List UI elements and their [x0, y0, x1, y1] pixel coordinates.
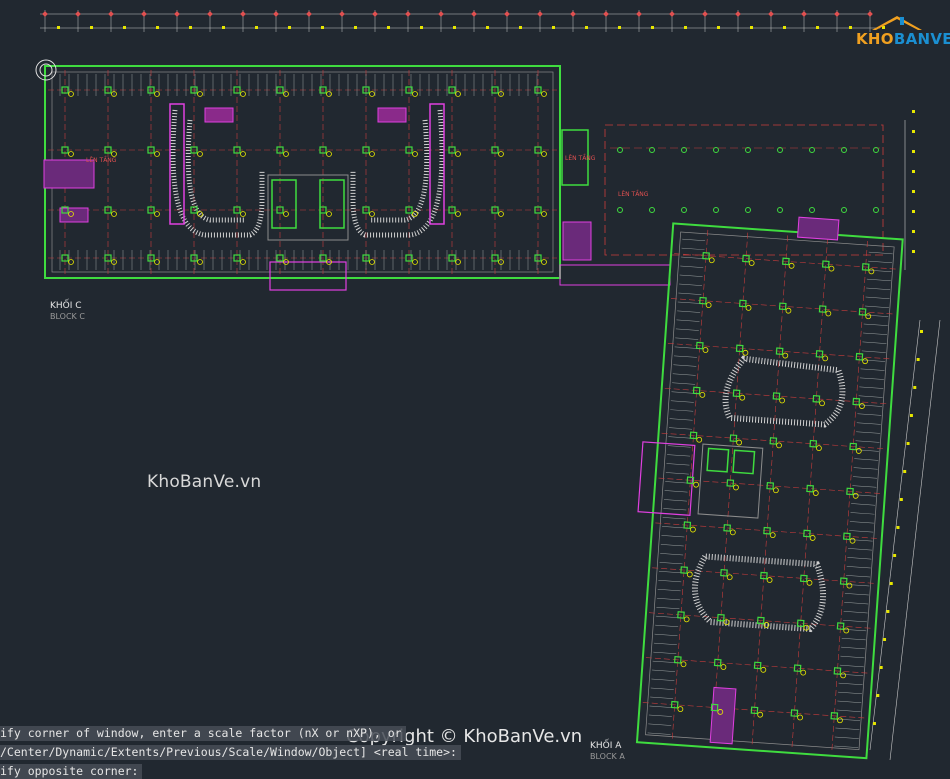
- cad-model-viewport[interactable]: KHỐI C BLOCK C KHỐI A BLOCK A LÊN TẦNG L…: [0, 0, 950, 776]
- block-a-label: KHỐI A: [590, 738, 622, 751]
- stair-label-1: LÊN TẦNG: [86, 156, 117, 164]
- block-c-label: KHỐI C: [50, 298, 82, 311]
- logo-text-banve: BANVE: [893, 30, 950, 48]
- cad-drawing-canvas[interactable]: KHỐI C BLOCK C KHỐI A BLOCK A LÊN TẦNG L…: [0, 0, 950, 776]
- command-prompt-line[interactable]: ify opposite corner:: [0, 764, 143, 779]
- command-history-line-2: /Center/Dynamic/Extents/Previous/Scale/W…: [0, 745, 461, 760]
- logo-text-kho: KHO: [856, 30, 894, 48]
- watermark-center: KhoBanVe.vn: [147, 472, 262, 492]
- block-c-plan: [43, 65, 671, 291]
- block-a-plan: [635, 216, 904, 760]
- stair-label-2: LÊN TẦNG: [565, 154, 596, 162]
- khobanve-logo: KHOBANVE: [852, 14, 950, 54]
- block-a-sublabel: BLOCK A: [590, 752, 625, 761]
- top-dimension-line: [40, 10, 885, 32]
- block-c-sublabel: BLOCK C: [50, 312, 85, 321]
- command-history-line-1: ify corner of window, enter a scale fact…: [0, 726, 406, 741]
- stair-label-3: LÊN TẦNG: [618, 190, 649, 198]
